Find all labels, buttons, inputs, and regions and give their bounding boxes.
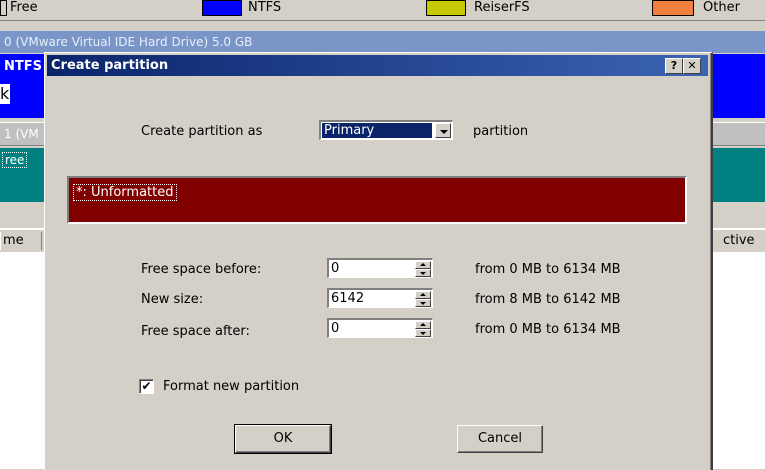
checkmark-icon: ✔ [141,379,152,393]
new-size-value[interactable]: 6142 [331,291,364,306]
dialog-title: Create partition [51,58,169,73]
help-button[interactable]: ? [665,58,683,74]
disk1-label: 1 (VM [4,127,39,141]
free-before-range: from 0 MB to 6134 MB [475,262,621,277]
disk0-label: 0 (VMware Virtual IDE Hard Drive) 5.0 GB [4,35,253,49]
format-checkbox[interactable]: ✔ [139,379,154,394]
free-after-range: from 0 MB to 6134 MB [475,322,621,337]
spin-up-icon[interactable] [415,321,431,329]
list-col-active[interactable]: ctive [712,232,765,250]
reiserfs-swatch [426,0,466,16]
partition-preview[interactable]: *: Unformatted [67,176,687,224]
other-swatch [652,0,694,16]
free-after-value[interactable]: 0 [331,321,339,336]
ok-button[interactable]: OK [234,424,332,454]
disk0-header[interactable]: 0 (VMware Virtual IDE Hard Drive) 5.0 GB [0,31,765,53]
free-before-spinner[interactable]: 0 [327,258,433,278]
spin-down-icon[interactable] [415,329,431,337]
spin-down-icon[interactable] [415,269,431,277]
chevron-down-icon[interactable] [435,123,451,138]
free-swatch [0,0,7,16]
legend-free: Free [10,0,38,15]
legend-reiserfs: ReiserFS [474,0,530,15]
spin-up-icon[interactable] [415,291,431,299]
free-before-value[interactable]: 0 [331,261,339,276]
legend-ntfs: NTFS [248,0,282,15]
create-partition-dialog: Create partition ? ✕ Create partition as… [44,52,713,470]
free-before-label: Free space before: [141,262,262,277]
disk1-partition-label: ree [2,152,28,168]
ntfs-swatch [202,0,242,16]
cancel-button[interactable]: Cancel [457,425,543,453]
legend-other: Other [703,0,740,15]
create-as-suffix: partition [473,124,529,139]
format-checkbox-label[interactable]: Format new partition [163,379,299,394]
list-col-name[interactable]: me [0,232,42,250]
disk0-partition-label: NTFS [4,59,42,74]
spin-up-icon[interactable] [415,261,431,269]
free-after-label: Free space after: [141,324,250,339]
partition-preview-label: *: Unformatted [73,184,177,201]
spin-down-icon[interactable] [415,299,431,307]
partition-type-select[interactable]: Primary [319,120,453,140]
legend-bar: Free NTFS ReiserFS Other [0,0,765,21]
new-size-range: from 8 MB to 6142 MB [475,292,621,307]
dialog-titlebar[interactable]: Create partition ? ✕ [47,55,708,76]
close-button[interactable]: ✕ [683,58,701,74]
new-size-label: New size: [141,292,204,307]
partition-type-value: Primary [322,123,432,138]
create-as-label: Create partition as [141,124,263,139]
side-letter: k [0,84,10,104]
free-after-spinner[interactable]: 0 [327,318,433,338]
new-size-spinner[interactable]: 6142 [327,288,433,308]
